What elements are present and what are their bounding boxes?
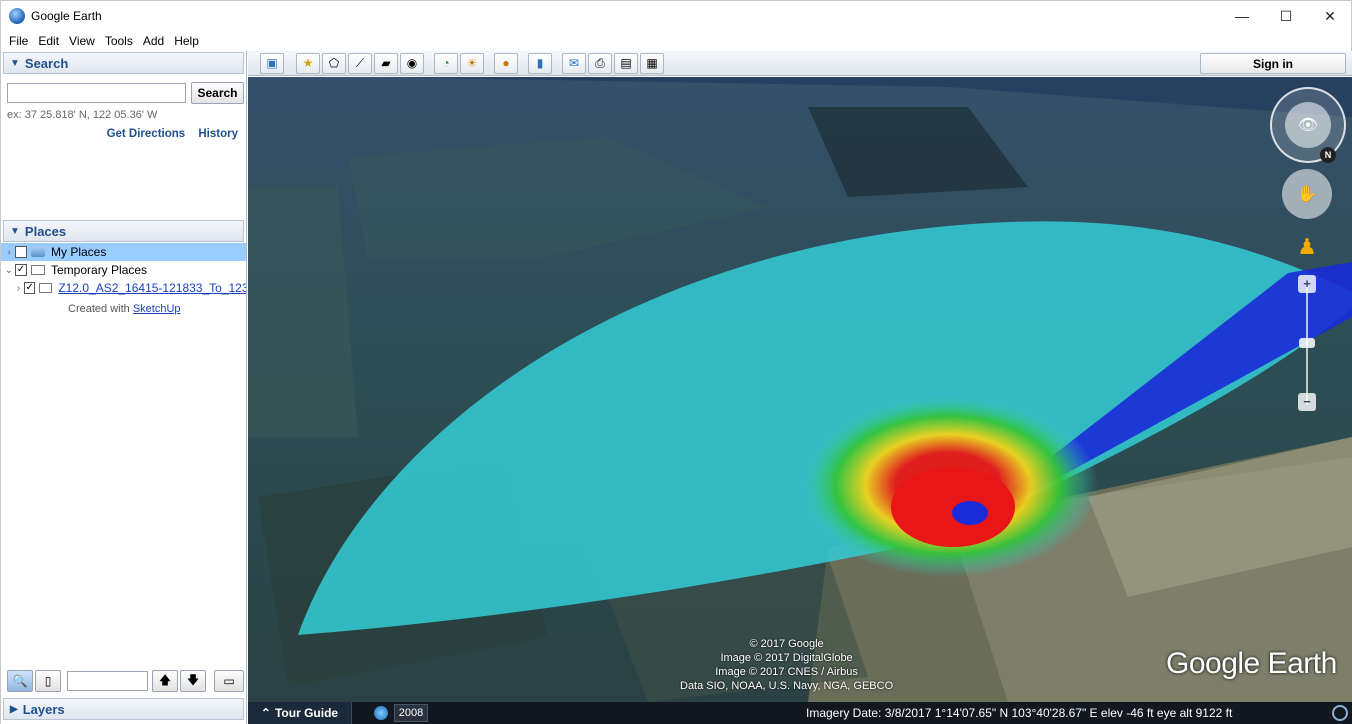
menu-tools[interactable]: Tools [105,34,133,48]
add-overlay-button[interactable]: ▰ [374,52,398,74]
title-bar: Google Earth — ☐ ✕ [0,0,1352,30]
attribution-line: Data SIO, NOAA, U.S. Navy, NGA, GEBCO [680,680,894,692]
folder-add-button[interactable]: ▭ [214,670,244,692]
zoom-slider[interactable]: + − [1298,275,1316,415]
add-placemark-button[interactable]: ★ [296,52,320,74]
places-tree: › My Places ⌄ ✓ Temporary Places › ✓ Z12… [1,243,246,297]
sketchup-link[interactable]: SketchUp [133,303,181,315]
tree-item-my-places[interactable]: › My Places [1,243,246,261]
sidebar-toggle-button[interactable]: ▣ [260,52,284,74]
places-bottom-bar: 🔍 ▯ 🡅 🡇 ▭ [3,668,244,694]
planets-button[interactable]: ● [494,52,518,74]
tree-item-label: Temporary Places [51,263,148,277]
chevron-right-icon[interactable]: › [13,283,24,294]
save-image-button[interactable]: ▤ [614,52,638,74]
attribution-line: Image © 2017 CNES / Airbus [715,666,858,678]
places-panel-header[interactable]: ▼ Places [3,220,244,242]
menu-add[interactable]: Add [143,34,164,48]
north-icon[interactable]: N [1320,147,1336,163]
get-directions-link[interactable]: Get Directions [107,128,186,140]
chevron-right-icon[interactable]: › [3,247,15,258]
tree-item-label[interactable]: Z12.0_AS2_16415-121833_To_12303 [58,281,246,295]
panel-toggle-button[interactable]: ▯ [35,670,61,692]
collapse-arrow-icon: ▼ [10,225,20,237]
zoom-out-icon[interactable]: − [1298,393,1316,411]
created-with-note: Created with SketchUp [68,303,181,315]
menu-edit[interactable]: Edit [38,34,59,48]
layers-header-label: Layers [22,701,65,717]
add-path-button[interactable]: ⟋ [348,52,372,74]
checkbox-temporary-places[interactable]: ✓ [15,264,27,276]
search-input[interactable] [7,83,186,103]
history-link[interactable]: History [198,128,238,140]
map-view[interactable]: 👁 N ✋ ♟ + − © 2017 Google Image © 2017 D… [248,77,1352,702]
toolbar: ▣ ★ ⬠ ⟋ ▰ ◉ ◔ ☀ ● ▮ ✉ ⎙ ▤ ▦ Sign in [248,51,1352,76]
google-earth-logo: Google Earth [1166,647,1337,680]
checkbox-kml-file[interactable]: ✓ [24,282,36,294]
add-polygon-button[interactable]: ⬠ [322,52,346,74]
close-button[interactable]: ✕ [1307,1,1352,31]
maximize-button[interactable]: ☐ [1263,1,1309,31]
checkbox-my-places[interactable] [15,246,27,258]
attribution-line: © 2017 Google [749,638,824,650]
status-bar: ⌃ Tour Guide 2008 Imagery Date: 3/8/2017… [248,702,1352,724]
sidebar: ▼ Search Search ex: 37 25.818' N, 122 05… [0,51,247,724]
menu-view[interactable]: View [69,34,95,48]
street-view-pegman-icon[interactable]: ♟ [1297,229,1317,265]
chevron-up-icon: ⌃ [260,706,271,720]
record-tour-button[interactable]: ◉ [400,52,424,74]
zoom-in-icon[interactable]: + [1298,275,1316,293]
search-button[interactable]: Search [191,82,244,104]
eye-icon: 👁 [1285,102,1331,148]
sign-in-button[interactable]: Sign in [1200,53,1346,74]
window-title: Google Earth [31,8,102,23]
print-button[interactable]: ⎙ [588,52,612,74]
menu-file[interactable]: File [9,34,28,48]
historical-imagery-icon[interactable] [374,706,388,720]
tree-item-label: My Places [51,245,107,259]
view-in-maps-button[interactable]: ▦ [640,52,664,74]
created-with-label: Created with [68,303,130,315]
search-links: Get Directions History [97,128,238,140]
places-header-label: Places [24,223,67,239]
expand-arrow-icon: ▶ [10,703,18,715]
tour-guide-label: Tour Guide [274,706,339,720]
layers-panel-header[interactable]: ▶ Layers [3,698,244,720]
search-example: ex: 37 25.818' N, 122 05.36' W [7,109,158,121]
streaming-indicator-icon [1332,705,1348,721]
email-button[interactable]: ✉ [562,52,586,74]
places-filter-input[interactable] [67,671,148,691]
zoom-handle[interactable] [1299,338,1315,348]
places-icon [31,247,45,257]
menu-help[interactable]: Help [174,34,199,48]
search-panel-header[interactable]: ▼ Search [3,52,244,74]
tree-item-temporary-places[interactable]: ⌄ ✓ Temporary Places [1,261,246,279]
minimize-button[interactable]: — [1219,1,1265,31]
tree-item-kml-file[interactable]: › ✓ Z12.0_AS2_16415-121833_To_12303 [1,279,246,297]
search-header-label: Search [24,55,69,71]
chevron-down-icon[interactable]: ⌄ [3,265,15,276]
ruler-button[interactable]: ▮ [528,52,552,74]
move-down-button[interactable]: 🡇 [180,670,206,692]
move-joystick[interactable]: ✋ [1282,169,1332,219]
tour-guide-button[interactable]: ⌃ Tour Guide [248,702,352,724]
earth-imagery [248,77,1352,702]
look-joystick[interactable]: 👁 N [1270,87,1346,163]
imagery-attribution: © 2017 Google Image © 2017 DigitalGlobe … [680,637,893,693]
search-places-button[interactable]: 🔍 [7,670,33,692]
collapse-arrow-icon: ▼ [10,57,20,69]
google-earth-icon [9,7,25,24]
imagery-year[interactable]: 2008 [394,704,428,722]
sunlight-button[interactable]: ☀ [460,52,484,74]
folder-icon [31,265,45,275]
hand-icon: ✋ [1297,186,1317,203]
historical-imagery-button[interactable]: ◔ [434,52,458,74]
move-up-button[interactable]: 🡅 [152,670,178,692]
folder-icon [39,283,53,293]
attribution-line: Image © 2017 DigitalGlobe [720,652,853,664]
menu-bar: File Edit View Tools Add Help [0,30,1352,51]
status-info: Imagery Date: 3/8/2017 1°14'07.65" N 103… [806,706,1233,720]
